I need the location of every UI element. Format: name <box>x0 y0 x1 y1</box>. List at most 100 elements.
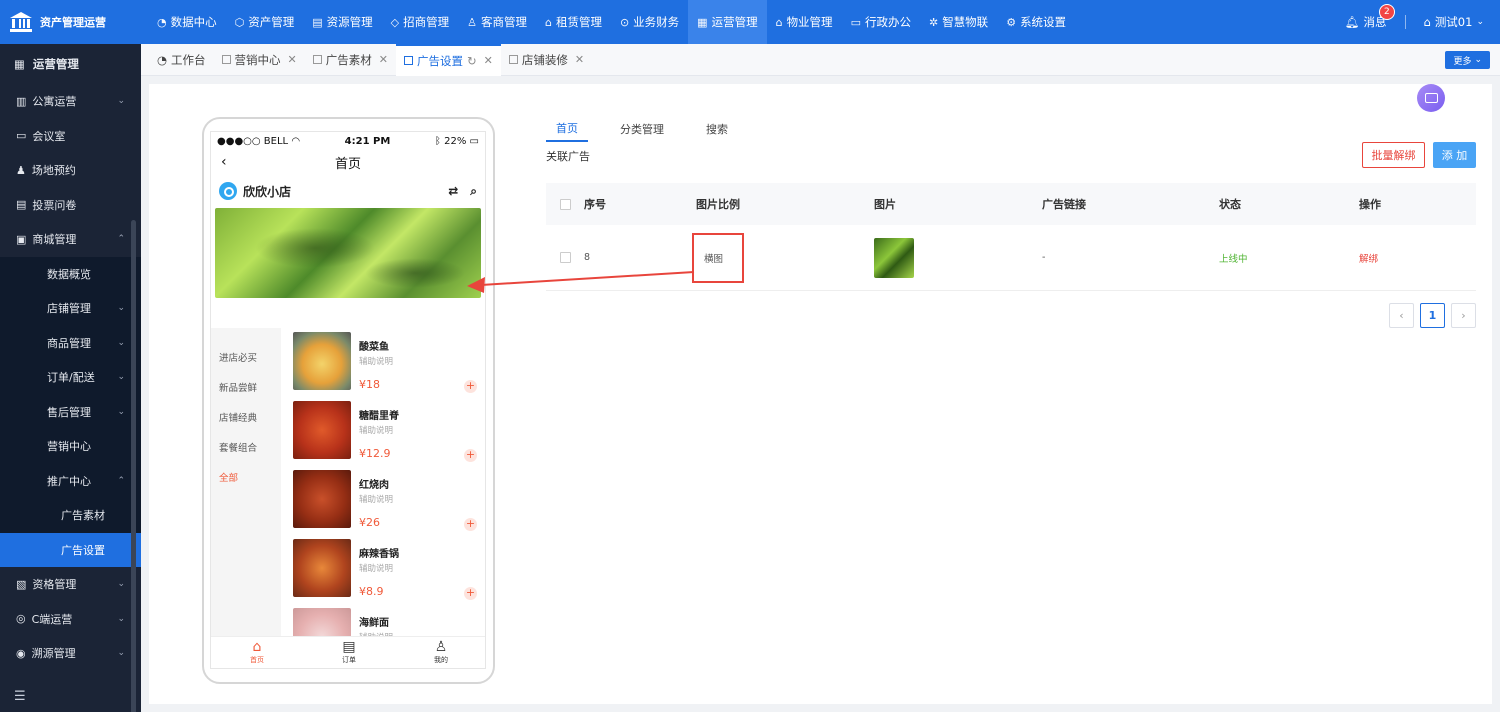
category-item[interactable]: 新品尝鲜 <box>211 372 281 402</box>
page-number[interactable]: 1 <box>1420 303 1445 328</box>
close-icon[interactable]: ✕ <box>484 54 493 67</box>
refresh-icon[interactable]: ↻ <box>467 54 477 68</box>
sidebar-item-data-overview[interactable]: 数据概览 <box>0 257 141 292</box>
prev-page-button[interactable]: ‹ <box>1389 303 1414 328</box>
document-icon: ▤ <box>342 639 356 655</box>
category-item[interactable]: 套餐组合 <box>211 432 281 462</box>
more-tabs-button[interactable]: 更多 ⌄ <box>1445 51 1490 69</box>
goods-item[interactable]: 糖醋里脊 辅助说明 ¥12.9 + <box>293 401 479 470</box>
dashboard-icon: ◔ <box>157 52 168 67</box>
sidebar-item-vote[interactable]: ▤ 投票问卷 <box>0 188 141 223</box>
page-icon <box>221 55 231 64</box>
users-icon: ♙ <box>467 15 477 29</box>
bell-icon: 🔔︎ <box>1344 15 1360 29</box>
goods-item[interactable]: 麻辣香锅 辅助说明 ¥8.9 + <box>293 539 479 608</box>
nav-property[interactable]: ⌂ 物业管理 <box>767 0 842 44</box>
sidebar-item-after-sales[interactable]: 售后管理 ⌄ <box>0 395 141 430</box>
tab-category[interactable]: 分类管理 <box>610 116 674 142</box>
phone-tab-home[interactable]: ⌂ 首页 <box>211 637 303 668</box>
phone-tabbar: ⌂ 首页 ▤ 订单 ♙ 我的 <box>211 636 485 668</box>
nav-operation[interactable]: ▦ 运营管理 <box>688 0 767 44</box>
add-cart-icon[interactable]: + <box>464 380 477 393</box>
goods-list: 酸菜鱼 辅助说明 ¥18 + 糖醋里脊 辅助说明 ¥12.9 + 红烧肉 辅助说… <box>281 328 485 666</box>
sidebar-item-goods[interactable]: 商品管理 ⌄ <box>0 326 141 361</box>
wifi-icon: ◠ <box>291 135 301 147</box>
sidebar-item-ad-settings[interactable]: 广告设置 <box>0 532 141 567</box>
close-icon[interactable]: ✕ <box>379 53 388 66</box>
tab-store-decoration[interactable]: 店铺装修 ✕ <box>501 44 592 76</box>
phone-tab-orders[interactable]: ▤ 订单 <box>303 637 395 668</box>
chevron-down-icon: ⌄ <box>117 613 125 624</box>
category-item[interactable]: 进店必买 <box>211 342 281 372</box>
store-icon[interactable] <box>1417 84 1445 112</box>
tab-ad-material[interactable]: 广告素材 ✕ <box>305 44 396 76</box>
building-icon: ▥ <box>16 94 27 108</box>
nav-asset[interactable]: ⬡ 资产管理 <box>226 0 304 44</box>
user-menu[interactable]: ⌂ 测试01 ⌄ <box>1424 14 1485 30</box>
goods-item[interactable]: 红烧肉 辅助说明 ¥26 + <box>293 470 479 539</box>
nav-investment[interactable]: ◇ 招商管理 <box>382 0 458 44</box>
category-item[interactable]: 店铺经典 <box>211 402 281 432</box>
nav-merchant[interactable]: ♙ 客商管理 <box>458 0 536 44</box>
close-icon[interactable]: ✕ <box>288 53 297 66</box>
cube-icon: ⬡ <box>234 15 245 29</box>
chevron-down-icon: ⌄ <box>1474 55 1482 65</box>
bank-icon: ⌂ <box>1423 15 1431 29</box>
tab-workbench[interactable]: ◔ 工作台 <box>149 44 214 76</box>
sidebar-item-apartment[interactable]: ▥ 公寓运营 ⌄ <box>0 84 141 119</box>
select-all-checkbox[interactable] <box>559 198 571 210</box>
sidebar-scrollbar[interactable] <box>131 220 136 712</box>
search-icon[interactable]: ⌕ <box>470 184 477 199</box>
ad-banner[interactable] <box>215 208 481 298</box>
sidebar-item-orders[interactable]: 订单/配送 ⌄ <box>0 360 141 395</box>
chevron-up-icon: ⌃ <box>117 234 125 245</box>
app-logo[interactable]: 资产管理运营 <box>0 0 140 44</box>
ad-thumbnail[interactable] <box>874 237 914 278</box>
add-cart-icon[interactable]: + <box>464 587 477 600</box>
nav-settings[interactable]: ⚙ 系统设置 <box>997 0 1075 44</box>
chevron-down-icon: ⌄ <box>117 337 125 348</box>
nav-resource[interactable]: ▤ 资源管理 <box>303 0 381 44</box>
user-icon: ♟ <box>16 163 26 177</box>
sidebar-item-mall[interactable]: ▣ 商城管理 ⌃ <box>0 222 141 257</box>
tab-marketing[interactable]: 营销中心 ✕ <box>214 44 305 76</box>
sidebar-item-qualification[interactable]: ▧ 资格管理 ⌄ <box>0 567 141 602</box>
nav-admin[interactable]: ▭ 行政办公 <box>842 0 920 44</box>
goods-image <box>293 470 351 528</box>
unbind-link[interactable]: 解绑 <box>1359 251 1476 265</box>
sidebar-item-venue[interactable]: ♟ 场地预约 <box>0 153 141 188</box>
chevron-down-icon: ⌄ <box>117 579 125 590</box>
switch-icon[interactable]: ⇄ <box>448 184 458 199</box>
add-button[interactable]: 添 加 <box>1433 142 1476 168</box>
top-navbar: 资产管理运营 ◔ 数据中心 ⬡ 资产管理 ▤ 资源管理 ◇ 招商管理 ♙ 客商管理 ⌂ 租赁… <box>0 0 1500 44</box>
goods-item[interactable]: 酸菜鱼 辅助说明 ¥18 + <box>293 332 479 401</box>
tab-ad-settings[interactable]: 广告设置 ↻ ✕ <box>395 43 501 76</box>
messages-button[interactable]: 🔔︎ 消息 2 <box>1344 4 1395 30</box>
sidebar-item-promotion[interactable]: 推广中心 ⌃ <box>0 464 141 499</box>
sidebar-item-marketing[interactable]: 营销中心 <box>0 429 141 464</box>
sidebar-item-trace[interactable]: ◉ 溯源管理 ⌄ <box>0 636 141 671</box>
phone-preview: ●●●○○ BELL ◠ 4:21 PM ᛒ 22% ▭ ‹ 首页 欣欣小店 ⇄… <box>202 117 495 684</box>
sidebar-item-ad-material[interactable]: 广告素材 <box>0 498 141 533</box>
nav-lease[interactable]: ⌂ 租赁管理 <box>536 0 611 44</box>
back-icon[interactable]: ‹ <box>221 154 227 170</box>
nav-finance[interactable]: ⊙ 业务财务 <box>611 0 688 44</box>
tab-home[interactable]: 首页 <box>546 116 588 142</box>
goods-image <box>293 539 351 597</box>
sidebar-item-meeting-room[interactable]: ▭ 会议室 <box>0 119 141 154</box>
row-checkbox[interactable] <box>559 252 571 263</box>
add-cart-icon[interactable]: + <box>464 449 477 462</box>
sidebar-item-store[interactable]: 店铺管理 ⌄ <box>0 291 141 326</box>
sidebar-item-c-operation[interactable]: ◎ C端运营 ⌄ <box>0 602 141 637</box>
next-page-button[interactable]: › <box>1451 303 1476 328</box>
sidebar-title: ▦ 运营管理 <box>0 44 141 84</box>
nav-iot[interactable]: ✲ 智慧物联 <box>920 0 997 44</box>
nav-data-center[interactable]: ◔ 数据中心 <box>148 0 226 44</box>
batch-unbind-button[interactable]: 批量解绑 <box>1362 142 1425 168</box>
close-icon[interactable]: ✕ <box>575 53 584 66</box>
phone-tab-mine[interactable]: ♙ 我的 <box>395 637 485 668</box>
add-cart-icon[interactable]: + <box>464 518 477 531</box>
tab-search[interactable]: 搜索 <box>696 116 738 142</box>
category-item[interactable]: 全部 <box>211 462 281 492</box>
collapse-menu-icon[interactable]: ☰ <box>14 689 26 704</box>
